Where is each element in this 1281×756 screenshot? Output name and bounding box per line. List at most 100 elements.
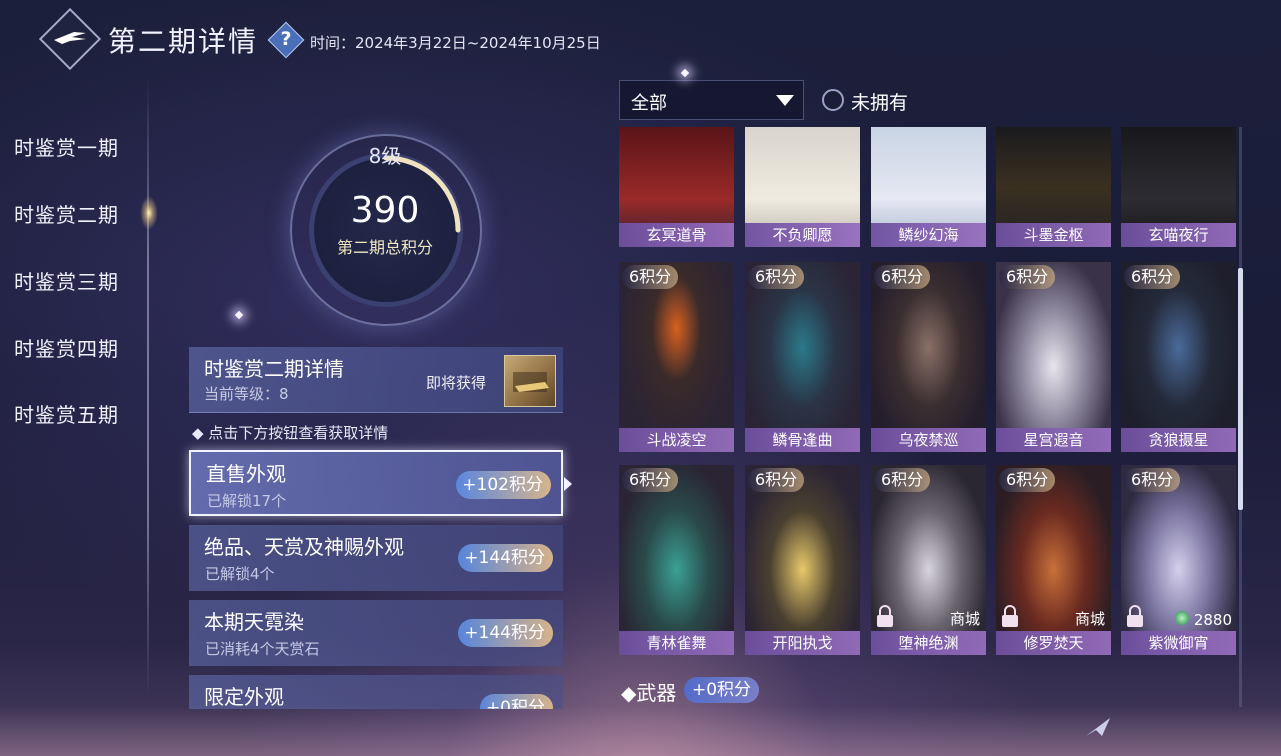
- scrollbar-thumb[interactable]: [1238, 268, 1243, 510]
- lock-icon: [877, 605, 893, 627]
- outfit-image: [619, 262, 734, 452]
- points-tag: 6积分: [874, 265, 931, 289]
- upcoming-reward-thumbnail[interactable]: [504, 355, 556, 407]
- outfit-name: 不负卿愿: [745, 223, 860, 247]
- weapon-points-badge: +0积分: [684, 677, 760, 703]
- outfit-image: [745, 262, 860, 452]
- outfit-name: 斗墨金枢: [996, 223, 1111, 247]
- outfit-card[interactable]: 6积分 斗战凌空: [619, 262, 734, 452]
- total-score-label: 第二期总积分: [336, 238, 433, 257]
- price-label: 2880: [1193, 611, 1232, 629]
- shop-source-label: 商城: [1074, 610, 1105, 628]
- points-tag: 6积分: [1124, 265, 1181, 289]
- active-indicator-icon: [140, 196, 158, 230]
- back-arrow-icon: [48, 17, 92, 61]
- outfit-card[interactable]: 6积分 鳞骨逢曲: [745, 262, 860, 452]
- outfit-card[interactable]: 6积分 贪狼摄星: [1121, 262, 1236, 452]
- sparkle-icon: [234, 310, 244, 320]
- outfit-name: 堕神绝渊: [871, 631, 986, 655]
- category-title: 直售外观: [206, 462, 286, 486]
- outfit-card[interactable]: 玄冥道骨: [619, 127, 734, 247]
- outfit-image: [745, 465, 860, 655]
- outfit-image: [996, 262, 1111, 452]
- sidebar-item-period-2[interactable]: 时鉴赏二期: [14, 199, 119, 228]
- outfit-card[interactable]: 6积分 乌夜禁巡: [871, 262, 986, 452]
- outfit-card[interactable]: 6积分 开阳执戈: [745, 465, 860, 655]
- outfit-name: 鳞纱幻海: [871, 223, 986, 247]
- points-badge: +144积分: [458, 544, 553, 572]
- points-badge: +102积分: [456, 471, 551, 499]
- dropdown-arrow-icon: [776, 95, 794, 106]
- sparkle-icon: [680, 68, 690, 78]
- points-badge: +0积分: [479, 694, 553, 709]
- category-subtitle: 已解锁17个: [207, 492, 287, 510]
- points-tag: 6积分: [999, 265, 1056, 289]
- outfit-card[interactable]: 6积分 商城 修罗焚天: [996, 465, 1111, 655]
- lock-icon: [1127, 605, 1143, 627]
- category-subtitle: 已解锁4个: [205, 565, 275, 583]
- points-badge: +144积分: [458, 619, 553, 647]
- page-title: 第二期详情: [108, 25, 259, 58]
- outfit-card[interactable]: 玄喵夜行: [1121, 127, 1236, 247]
- period-label: 时间：2024年3月22日~2024年10月25日: [310, 34, 601, 52]
- total-score-value: 390: [350, 190, 420, 231]
- category-limited[interactable]: 限定外观 +0积分: [189, 675, 563, 709]
- outfit-card[interactable]: 6积分 商城 堕神绝渊: [871, 465, 986, 655]
- points-tag: 6积分: [999, 468, 1056, 492]
- current-level: 当前等级：8: [204, 385, 289, 403]
- category-dye[interactable]: 本期天霓染 已消耗4个天赏石 +144积分: [189, 600, 563, 666]
- category-title: 绝品、天赏及神赐外观: [204, 535, 404, 559]
- sidebar-divider: [147, 78, 149, 698]
- outfit-name: 玄喵夜行: [1121, 223, 1236, 247]
- points-tag: 6积分: [622, 468, 679, 492]
- sidebar-item-period-4[interactable]: 时鉴赏四期: [14, 333, 119, 362]
- paper-plane-icon: [1086, 718, 1110, 736]
- unowned-radio[interactable]: [822, 89, 844, 111]
- outfit-image: [1121, 262, 1236, 452]
- outfit-name: 青林雀舞: [619, 631, 734, 655]
- upcoming-reward-label: 即将获得: [426, 374, 487, 392]
- outfit-card[interactable]: 不负卿愿: [745, 127, 860, 247]
- help-icon: ?: [280, 28, 292, 50]
- category-title: 限定外观: [204, 685, 284, 709]
- outfit-card[interactable]: 斗墨金枢: [996, 127, 1111, 247]
- points-tag: 6积分: [748, 468, 805, 492]
- outfit-card[interactable]: 6积分 星宫遐音: [996, 262, 1111, 452]
- points-tag: 6积分: [748, 265, 805, 289]
- outfit-image: [619, 465, 734, 655]
- category-premium[interactable]: 绝品、天赏及神赐外观 已解锁4个 +144积分: [189, 525, 563, 591]
- lock-icon: [1002, 605, 1018, 627]
- outfit-image: [871, 262, 986, 452]
- points-tag: 6积分: [874, 468, 931, 492]
- outfit-card[interactable]: 鳞纱幻海: [871, 127, 986, 247]
- outfit-name: 斗战凌空: [619, 428, 734, 452]
- weapon-section-title: ◆武器: [621, 681, 677, 705]
- sidebar-item-period-1[interactable]: 时鉴赏一期: [14, 132, 119, 161]
- points-tag: 6积分: [1124, 468, 1181, 492]
- category-title: 本期天霓染: [204, 610, 304, 634]
- outfit-name: 贪狼摄星: [1121, 428, 1236, 452]
- outfit-name: 紫微御宵: [1121, 631, 1236, 655]
- outfit-card[interactable]: 6积分 青林雀舞: [619, 465, 734, 655]
- category-direct-sale[interactable]: 直售外观 已解锁17个 +102积分: [189, 450, 563, 516]
- outfit-name: 鳞骨逢曲: [745, 428, 860, 452]
- outfit-card[interactable]: 6积分 2880 紫微御宵: [1121, 465, 1236, 655]
- sidebar-item-period-3[interactable]: 时鉴赏三期: [14, 266, 119, 295]
- outfit-grid: 玄冥道骨 不负卿愿 鳞纱幻海 斗墨金枢 玄喵夜行 6积分 斗战凌空 6积分 鳞骨…: [619, 127, 1239, 657]
- points-tag: 6积分: [622, 265, 679, 289]
- shop-source-label: 商城: [949, 610, 980, 628]
- detail-title: 时鉴赏二期详情: [204, 357, 344, 381]
- level-label: 8级: [368, 144, 402, 168]
- filter-selected: 全部: [631, 93, 667, 114]
- sidebar-item-period-5[interactable]: 时鉴赏五期: [14, 399, 119, 428]
- outfit-name: 玄冥道骨: [619, 223, 734, 247]
- outfit-name: 开阳执戈: [745, 631, 860, 655]
- selected-pointer-icon: [564, 477, 572, 491]
- outfit-name: 星宫遐音: [996, 428, 1111, 452]
- category-subtitle: 已消耗4个天赏石: [205, 640, 320, 658]
- outfit-name: 修罗焚天: [996, 631, 1111, 655]
- hint-text: ◆ 点击下方按钮查看获取详情: [192, 424, 389, 442]
- jade-currency-icon: [1175, 611, 1189, 625]
- unowned-label: 未拥有: [851, 92, 909, 114]
- outfit-name: 乌夜禁巡: [871, 428, 986, 452]
